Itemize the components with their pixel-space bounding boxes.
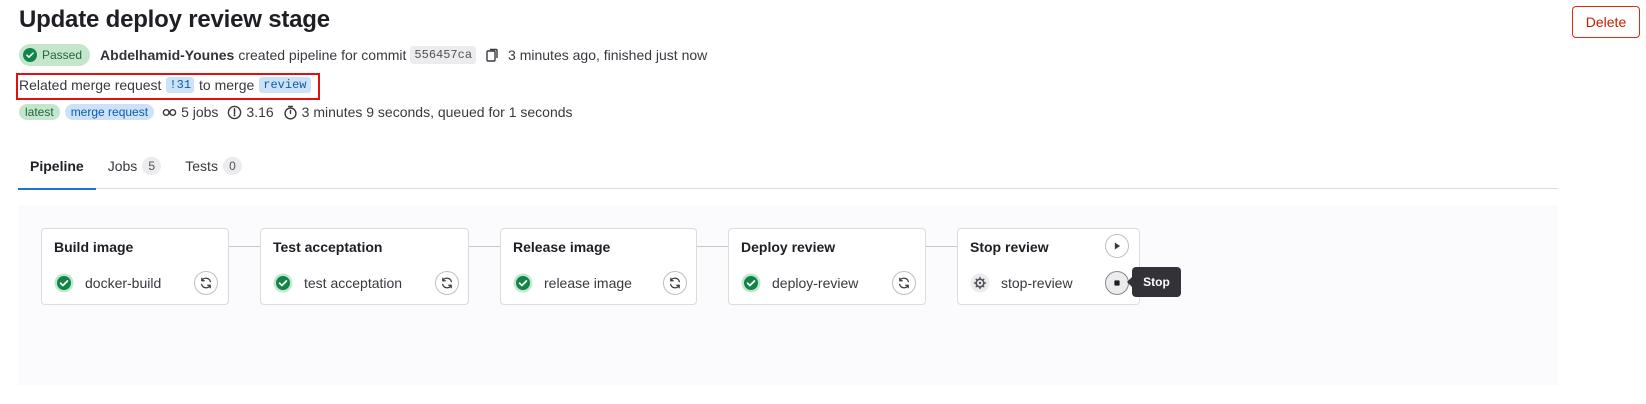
jobs-count-label: 5 jobs <box>181 104 219 120</box>
status-success-icon <box>513 273 533 293</box>
gauge-icon <box>228 105 242 119</box>
retry-icon <box>201 277 211 289</box>
mr-prefix: Related merge request <box>19 77 162 93</box>
job-name: test acceptation <box>304 275 403 291</box>
jobs-count: 5 jobs <box>162 104 218 120</box>
created-text: created pipeline for commit <box>238 47 407 63</box>
retry-icon <box>670 277 680 289</box>
tab-pipeline[interactable]: Pipeline <box>18 143 96 190</box>
stage-test-acceptation: Test acceptation test acceptation <box>260 228 469 305</box>
pipeline-icon <box>162 108 177 116</box>
job-name: release image <box>544 275 632 291</box>
stage-deploy-review: Deploy review deploy-review <box>728 228 926 305</box>
retry-icon <box>899 277 909 289</box>
duration: 3 minutes 9 seconds, queued for 1 second… <box>283 104 573 120</box>
job-name: docker-build <box>85 275 162 291</box>
stop-tooltip: Stop <box>1127 267 1181 297</box>
tab-tests[interactable]: Tests 0 <box>173 143 254 189</box>
stage-connector <box>697 246 728 247</box>
check-circle-icon <box>23 48 37 62</box>
stage-stop-review: Stop review stop-review <box>957 228 1140 305</box>
stage-connector <box>229 246 260 247</box>
retry-button[interactable] <box>892 271 916 295</box>
tab-pipeline-label: Pipeline <box>30 158 84 174</box>
time-text: 3 minutes ago, finished just now <box>508 47 708 63</box>
branch-link[interactable]: review <box>259 77 311 93</box>
stage-title: Stop review <box>970 239 1049 255</box>
latest-badge: latest <box>19 104 60 120</box>
commit-sha-link[interactable]: 556457ca <box>410 46 477 64</box>
job-test-acceptation[interactable]: test acceptation <box>273 271 402 295</box>
status-manual-icon <box>970 273 990 293</box>
play-icon <box>1114 242 1121 250</box>
merge-request-link[interactable]: !31 <box>166 77 195 93</box>
play-stage-button[interactable] <box>1105 234 1129 258</box>
status-success-icon <box>741 273 761 293</box>
stage-title: Build image <box>54 239 134 255</box>
stop-button[interactable] <box>1105 271 1129 295</box>
timer-icon <box>284 105 297 120</box>
retry-button[interactable] <box>194 271 218 295</box>
job-stop-review[interactable]: stop-review <box>970 271 1073 295</box>
stage-connector <box>926 246 957 247</box>
status-badge[interactable]: Passed <box>19 44 91 66</box>
job-deploy-review[interactable]: deploy-review <box>741 271 858 295</box>
stage-title: Release image <box>513 239 611 255</box>
retry-button[interactable] <box>663 271 687 295</box>
status-success-icon <box>273 273 293 293</box>
page-title: Update deploy review stage <box>19 6 330 33</box>
stage-title: Deploy review <box>741 239 836 255</box>
stage-release-image: Release image release image <box>500 228 697 305</box>
mr-middle: to merge <box>199 77 255 93</box>
compute-usage: 3.16 <box>227 104 274 120</box>
retry-button[interactable] <box>435 271 459 295</box>
job-docker-build[interactable]: docker-build <box>54 271 161 295</box>
status-success-icon <box>54 273 74 293</box>
author-link[interactable]: Abdelhamid-Younes <box>100 47 234 63</box>
status-label: Passed <box>42 48 83 62</box>
job-name: stop-review <box>1001 275 1073 291</box>
stop-icon <box>1114 280 1120 286</box>
job-name: deploy-review <box>772 275 859 291</box>
tab-jobs[interactable]: Jobs 5 <box>96 143 174 189</box>
compute-usage-label: 3.16 <box>246 104 274 120</box>
duration-label: 3 minutes 9 seconds, queued for 1 second… <box>301 104 573 120</box>
tests-tab-count: 0 <box>222 157 242 175</box>
stage-title: Test acceptation <box>273 239 383 255</box>
stage-connector <box>469 246 500 247</box>
pipeline-tabs: Pipeline Jobs 5 Tests 0 <box>18 143 1558 190</box>
copy-icon[interactable] <box>484 47 500 63</box>
merge-request-row: Related merge request !31 to merge revie… <box>19 75 311 95</box>
merge-request-badge: merge request <box>64 104 155 120</box>
jobs-tab-count: 5 <box>142 157 162 175</box>
tab-jobs-label: Jobs <box>107 158 138 174</box>
pipeline-meta-row: latest merge request 5 jobs 3.16 3 minut… <box>19 102 582 122</box>
delete-button[interactable]: Delete <box>1572 6 1640 38</box>
retry-icon <box>442 277 452 289</box>
job-release-image[interactable]: release image <box>513 271 632 295</box>
pipeline-info-row: Passed Abdelhamid-Younes created pipelin… <box>19 43 707 67</box>
tab-tests-label: Tests <box>185 158 218 174</box>
stage-build-image: Build image docker-build <box>41 228 229 305</box>
